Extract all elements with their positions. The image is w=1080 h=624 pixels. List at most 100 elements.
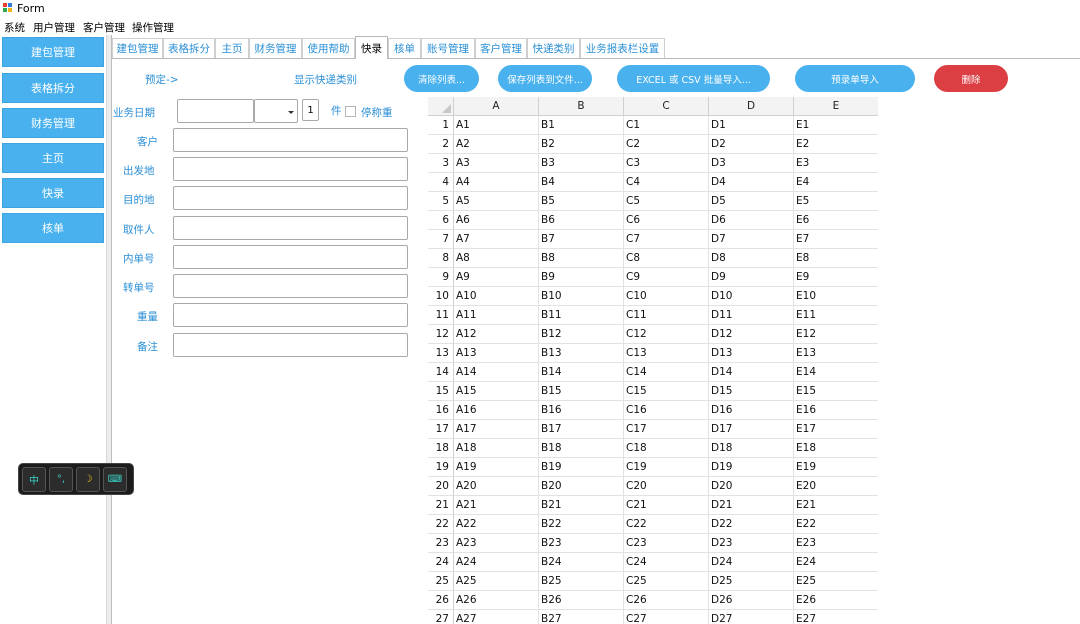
grid-cell[interactable]: E15 xyxy=(794,382,878,401)
grid-cell[interactable]: C20 xyxy=(624,477,709,496)
grid-cell[interactable]: C16 xyxy=(624,401,709,420)
menu-user-management[interactable]: 用户管理 xyxy=(33,20,75,35)
row-header[interactable]: 4 xyxy=(428,173,454,192)
row-header[interactable]: 13 xyxy=(428,344,454,363)
grid-cell[interactable]: A26 xyxy=(454,591,539,610)
grid-cell[interactable]: A7 xyxy=(454,230,539,249)
grid-cell[interactable]: A3 xyxy=(454,154,539,173)
row-header[interactable]: 15 xyxy=(428,382,454,401)
grid-cell[interactable]: E23 xyxy=(794,534,878,553)
save-list-button[interactable]: 保存列表到文件... xyxy=(498,65,592,92)
grid-cell[interactable]: E8 xyxy=(794,249,878,268)
grid-cell[interactable]: D4 xyxy=(709,173,794,192)
grid-cell[interactable]: A27 xyxy=(454,610,539,624)
grid-cell[interactable]: C15 xyxy=(624,382,709,401)
row-header[interactable]: 6 xyxy=(428,211,454,230)
grid-cell[interactable]: B6 xyxy=(539,211,624,230)
grid-cell[interactable]: A15 xyxy=(454,382,539,401)
grid-cell[interactable]: A2 xyxy=(454,135,539,154)
grid-cell[interactable]: D20 xyxy=(709,477,794,496)
row-header[interactable]: 7 xyxy=(428,230,454,249)
column-header-e[interactable]: E xyxy=(794,97,878,116)
grid-cell[interactable]: A14 xyxy=(454,363,539,382)
grid-cell[interactable]: C8 xyxy=(624,249,709,268)
grid-cell[interactable]: C12 xyxy=(624,325,709,344)
grid-cell[interactable]: B25 xyxy=(539,572,624,591)
grid-cell[interactable]: B3 xyxy=(539,154,624,173)
grid-cell[interactable]: D16 xyxy=(709,401,794,420)
grid-cell[interactable]: E10 xyxy=(794,287,878,306)
grid-cell[interactable]: C7 xyxy=(624,230,709,249)
grid-cell[interactable]: C17 xyxy=(624,420,709,439)
sidebar-item-finance[interactable]: 财务管理 xyxy=(2,108,104,138)
grid-cell[interactable]: E17 xyxy=(794,420,878,439)
grid-cell[interactable]: B9 xyxy=(539,268,624,287)
grid-cell[interactable]: D5 xyxy=(709,192,794,211)
grid-cell[interactable]: C5 xyxy=(624,192,709,211)
grid-cell[interactable]: B12 xyxy=(539,325,624,344)
grid-cell[interactable]: A19 xyxy=(454,458,539,477)
grid-cell[interactable]: A5 xyxy=(454,192,539,211)
grid-cell[interactable]: C22 xyxy=(624,515,709,534)
row-header[interactable]: 17 xyxy=(428,420,454,439)
grid-cell[interactable]: A23 xyxy=(454,534,539,553)
grid-cell[interactable]: E14 xyxy=(794,363,878,382)
grid-cell[interactable]: A10 xyxy=(454,287,539,306)
preorder-import-button[interactable]: 预录单导入 xyxy=(795,65,915,92)
row-header[interactable]: 18 xyxy=(428,439,454,458)
grid-cell[interactable]: A13 xyxy=(454,344,539,363)
grid-cell[interactable]: C19 xyxy=(624,458,709,477)
spreadsheet-grid[interactable]: A B C D E 1 A1 B1 C1 D1 E1 2 A2 B2 C2 D2 E2 3 A3 B3 C3 D3 E3 4 A… xyxy=(428,97,878,624)
grid-cell[interactable]: A9 xyxy=(454,268,539,287)
excel-import-button[interactable]: EXCEL 或 CSV 批量导入... xyxy=(617,65,770,92)
grid-cell[interactable]: C3 xyxy=(624,154,709,173)
grid-cell[interactable]: B14 xyxy=(539,363,624,382)
grid-cell[interactable]: A18 xyxy=(454,439,539,458)
grid-select-all[interactable] xyxy=(428,97,454,116)
grid-cell[interactable]: A24 xyxy=(454,553,539,572)
row-header[interactable]: 8 xyxy=(428,249,454,268)
grid-cell[interactable]: E22 xyxy=(794,515,878,534)
grid-cell[interactable]: B10 xyxy=(539,287,624,306)
grid-cell[interactable]: A1 xyxy=(454,116,539,135)
grid-cell[interactable]: E13 xyxy=(794,344,878,363)
grid-cell[interactable]: A16 xyxy=(454,401,539,420)
row-header[interactable]: 10 xyxy=(428,287,454,306)
clear-list-button[interactable]: 清除列表... xyxy=(404,65,479,92)
pickup-person-input[interactable] xyxy=(173,216,408,240)
grid-cell[interactable]: E11 xyxy=(794,306,878,325)
tab-courier-type[interactable]: 快递类别 xyxy=(527,38,580,58)
column-header-a[interactable]: A xyxy=(454,97,539,116)
menu-customer-management[interactable]: 客户管理 xyxy=(83,20,125,35)
row-header[interactable]: 25 xyxy=(428,572,454,591)
tab-home[interactable]: 主页 xyxy=(215,38,249,58)
grid-cell[interactable]: B23 xyxy=(539,534,624,553)
ime-mode-key[interactable]: 中 xyxy=(22,467,46,492)
row-header[interactable]: 26 xyxy=(428,591,454,610)
grid-cell[interactable]: A22 xyxy=(454,515,539,534)
grid-cell[interactable]: B26 xyxy=(539,591,624,610)
grid-cell[interactable]: A20 xyxy=(454,477,539,496)
row-header[interactable]: 11 xyxy=(428,306,454,325)
grid-cell[interactable]: B27 xyxy=(539,610,624,624)
preset-link[interactable]: 预定-> xyxy=(145,72,179,87)
tab-finance[interactable]: 财务管理 xyxy=(249,38,302,58)
show-courier-type-link[interactable]: 显示快递类别 xyxy=(294,72,357,87)
grid-cell[interactable]: B13 xyxy=(539,344,624,363)
column-header-c[interactable]: C xyxy=(624,97,709,116)
grid-cell[interactable]: D12 xyxy=(709,325,794,344)
row-header[interactable]: 5 xyxy=(428,192,454,211)
grid-cell[interactable]: D6 xyxy=(709,211,794,230)
grid-cell[interactable]: D17 xyxy=(709,420,794,439)
grid-cell[interactable]: C21 xyxy=(624,496,709,515)
grid-cell[interactable]: A21 xyxy=(454,496,539,515)
grid-cell[interactable]: C13 xyxy=(624,344,709,363)
sidebar-item-package[interactable]: 建包管理 xyxy=(2,37,104,67)
grid-cell[interactable]: A8 xyxy=(454,249,539,268)
grid-cell[interactable]: D23 xyxy=(709,534,794,553)
grid-cell[interactable]: D2 xyxy=(709,135,794,154)
tab-report-settings[interactable]: 业务报表栏设置 xyxy=(580,38,665,58)
grid-cell[interactable]: D10 xyxy=(709,287,794,306)
row-header[interactable]: 20 xyxy=(428,477,454,496)
grid-cell[interactable]: E2 xyxy=(794,135,878,154)
